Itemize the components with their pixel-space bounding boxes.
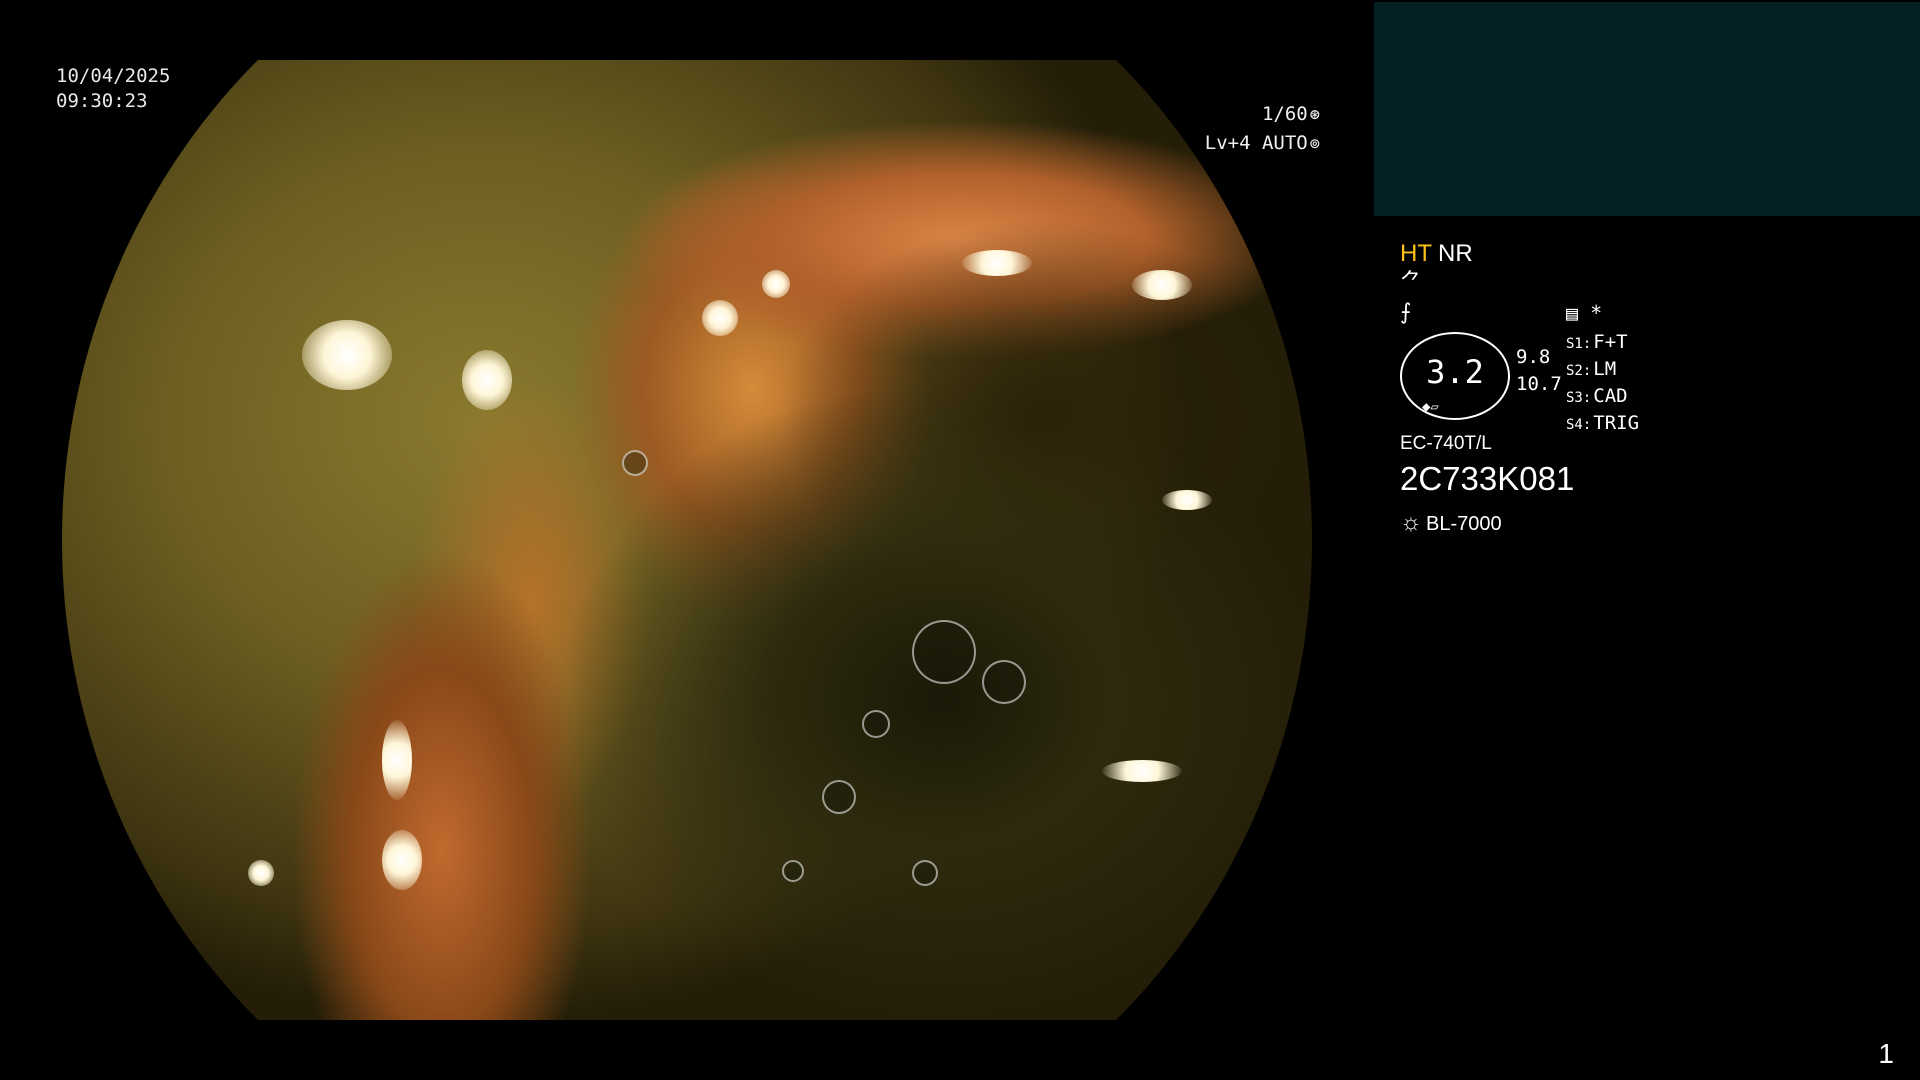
switch-value: LM xyxy=(1593,358,1617,380)
bubble xyxy=(822,780,856,814)
sun-icon: ☼ xyxy=(1400,509,1422,536)
gauge-number: 10.7 xyxy=(1516,373,1562,395)
specular-highlight xyxy=(1102,760,1182,782)
specular-highlight xyxy=(762,270,790,298)
specular-highlight xyxy=(462,350,512,410)
specular-highlight xyxy=(302,320,392,390)
scope-serial: 2C733K081 xyxy=(1400,460,1575,497)
specular-highlight xyxy=(1132,270,1192,300)
endoscope-image xyxy=(62,60,1312,1020)
switch-s4: S4: TRIG xyxy=(1566,411,1639,438)
specular-highlight xyxy=(382,830,422,890)
exposure-readout: 1/60 ⊛ Lv+4 AUTO ⊚ xyxy=(1182,100,1320,158)
bubble xyxy=(912,860,938,886)
zoom-gauge-block: 3.2 ◆▱ 9.8 10.7 S1: F+T S2: LM S3: CAD S4: T… xyxy=(1400,331,1900,434)
bubble xyxy=(782,860,804,882)
switch-s1: S1: F+T xyxy=(1566,330,1639,357)
switch-key: S4: xyxy=(1566,417,1592,433)
bubble xyxy=(622,450,648,476)
time-text: 09:30:23 xyxy=(56,90,148,112)
scope-model: EC-740T/L xyxy=(1400,433,1492,454)
filter-icon: ⨍ xyxy=(1400,300,1412,325)
datetime: 10/04/2025 09:30:23 xyxy=(56,64,170,114)
specular-highlight xyxy=(702,300,738,336)
mode-nr: NR xyxy=(1438,240,1473,267)
switch-value: F+T xyxy=(1593,331,1628,353)
shutter-icon: ⊛ xyxy=(1309,105,1320,125)
switch-key: S2: xyxy=(1566,363,1592,379)
pen-icon: ◆▱ xyxy=(1422,399,1439,415)
zoom-gauge-value: 3.2 xyxy=(1426,353,1484,391)
page-number: 1 xyxy=(1878,1038,1894,1069)
specular-highlight xyxy=(248,860,274,886)
memo-icon: ▤ xyxy=(1566,301,1579,325)
icon-row-2: ⨍ ▤ * xyxy=(1400,298,1900,328)
switch-s3: S3: CAD xyxy=(1566,384,1639,411)
specular-highlight xyxy=(382,720,412,800)
brightness-level: Lv+4 AUTO ⊚ xyxy=(1182,129,1320,158)
mode-ht: HT xyxy=(1400,240,1432,267)
bubble xyxy=(912,620,976,684)
memo-row: ▤ * xyxy=(1566,298,1602,328)
shutter-speed-text: 1/60 xyxy=(1261,103,1308,125)
switch-s2: S2: LM xyxy=(1566,357,1639,384)
switch-key: S1: xyxy=(1566,336,1592,352)
mode-indicators: HT NR xyxy=(1400,240,1900,268)
bubble xyxy=(982,660,1026,704)
date-text: 10/04/2025 xyxy=(56,65,171,87)
specular-highlight xyxy=(962,250,1032,276)
light-source: ☼ BL-7000 xyxy=(1400,508,1900,539)
info-panel: HT NR ⺈ ⨍ ▤ * 3.2 ◆▱ 9.8 10.7 S1: F+T S2: L… xyxy=(1400,240,1900,539)
switch-assignments: S1: F+T S2: LM S3: CAD S4: TRIG xyxy=(1566,330,1639,438)
light-source-text: BL-7000 xyxy=(1426,513,1502,535)
switch-value: TRIG xyxy=(1593,412,1640,434)
icon-row-1: ⺈ xyxy=(1400,268,1900,298)
asterisk-mark: * xyxy=(1590,301,1603,325)
iris-icon: ⊚ xyxy=(1309,134,1320,154)
gauge-numbers: 9.8 10.7 xyxy=(1516,344,1562,398)
switch-key: S3: xyxy=(1566,390,1592,406)
specular-highlight xyxy=(1162,490,1212,510)
shutter-speed: 1/60 ⊛ xyxy=(1182,100,1320,129)
brightness-level-text: Lv+4 AUTO xyxy=(1204,132,1308,154)
bubble xyxy=(862,710,890,738)
switch-value: CAD xyxy=(1593,385,1628,407)
thumbnail-panel xyxy=(1374,2,1920,216)
gauge-number: 9.8 xyxy=(1516,346,1551,368)
enhancement-icon: ⺈ xyxy=(1400,270,1423,295)
